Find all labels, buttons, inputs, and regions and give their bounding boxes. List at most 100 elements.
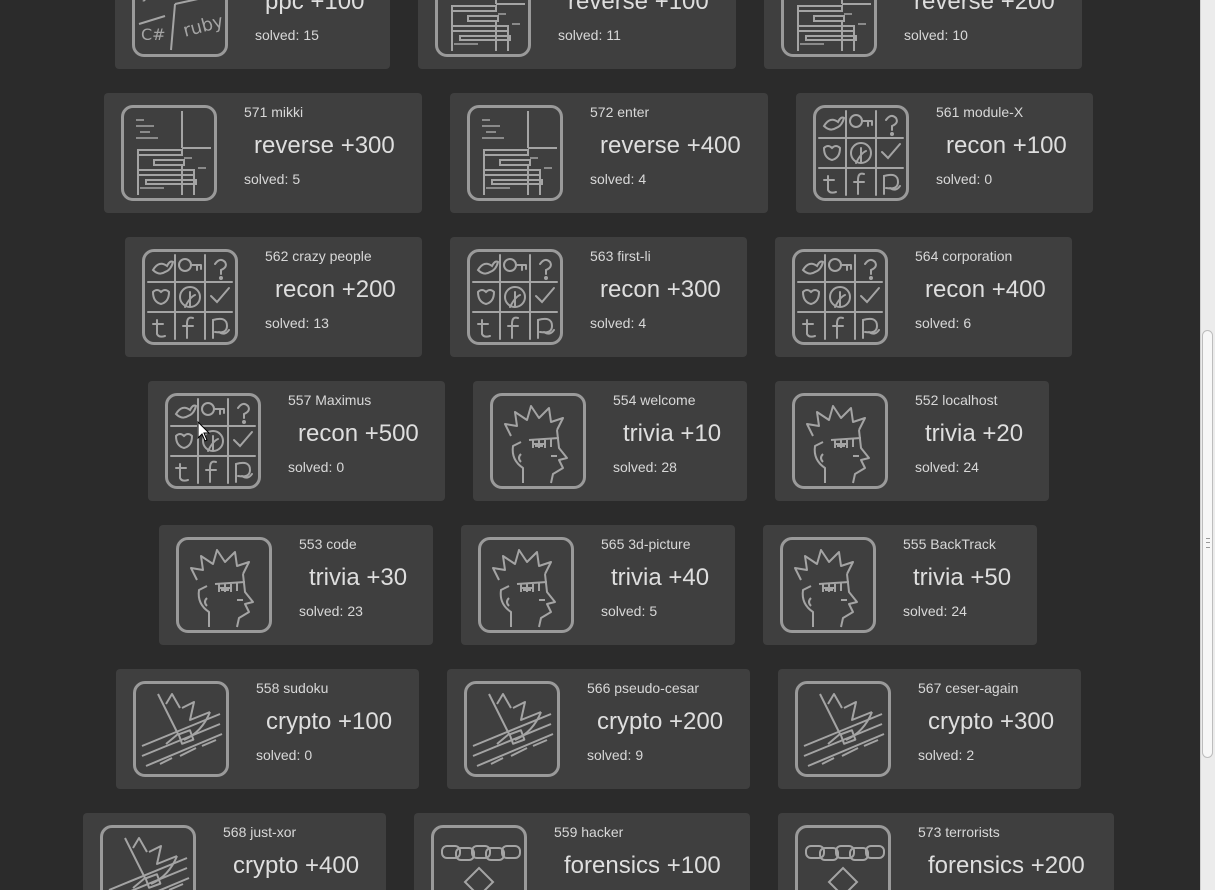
- solved-count: 23: [347, 603, 363, 619]
- reverse-code-icon: [121, 105, 217, 201]
- solved-count: 0: [984, 171, 993, 187]
- task-solved: solved: 2: [918, 747, 974, 763]
- task-name: 553 code: [299, 536, 357, 552]
- task-card[interactable]: 552 localhost trivia +20 solved: 24: [775, 381, 1049, 501]
- task-name: 573 terrorists: [918, 824, 1000, 840]
- trivia-face-icon: [490, 393, 586, 489]
- task-card[interactable]: 571 mikki reverse +300 solved: 5: [104, 93, 422, 213]
- task-category-points: forensics +100: [564, 852, 721, 879]
- solved-label: solved:: [613, 459, 658, 475]
- task-row: 568 just-xor crypto +400 solved: 559 hac…: [0, 813, 1200, 890]
- solved-count: 2: [966, 747, 975, 763]
- task-card[interactable]: 573 terrorists forensics +200 solved:: [778, 813, 1114, 890]
- task-name: 555 BackTrack: [903, 536, 996, 552]
- task-name: 567 ceser-again: [918, 680, 1019, 696]
- task-category-points: crypto +200: [597, 708, 724, 735]
- solved-count: 28: [661, 459, 677, 475]
- task-card[interactable]: 561 module-X recon +100 solved: 0: [796, 93, 1093, 213]
- solved-count: 0: [336, 459, 345, 475]
- task-name: 566 pseudo-cesar: [587, 680, 700, 696]
- vertical-scrollbar[interactable]: [1200, 0, 1215, 890]
- task-category-points: reverse +100: [568, 0, 709, 15]
- task-card[interactable]: 565 3d-picture trivia +40 solved: 5: [461, 525, 735, 645]
- task-category-points: crypto +400: [233, 852, 360, 879]
- task-row: js JAV C# ruby ppc +100 solved:15: [0, 0, 1200, 69]
- crypto-hand-icon: [133, 681, 229, 777]
- task-solved: solved: 24: [903, 603, 967, 619]
- task-card[interactable]: 568 just-xor crypto +400 solved:: [83, 813, 386, 890]
- task-category-points: recon +100: [946, 132, 1067, 159]
- task-row: 562 crazy people recon +200 solved: 13 56…: [0, 237, 1200, 357]
- forensics-chain-icon: [431, 825, 527, 890]
- task-card[interactable]: 563 first-li recon +300 solved: 4: [450, 237, 747, 357]
- task-solved: solved: 4: [590, 315, 646, 331]
- task-category-points: trivia +40: [611, 564, 710, 591]
- solved-label: solved:: [265, 315, 310, 331]
- crypto-hand-icon: [464, 681, 560, 777]
- solved-label: solved:: [288, 459, 333, 475]
- task-name: 564 corporation: [915, 248, 1013, 264]
- task-name: 565 3d-picture: [601, 536, 691, 552]
- task-solved: solved: 23: [299, 603, 363, 619]
- task-solved: solved: 0: [936, 171, 992, 187]
- solved-label: solved:: [904, 27, 949, 43]
- task-card[interactable]: 558 sudoku crypto +100 solved: 0: [116, 669, 419, 789]
- task-card[interactable]: reverse +100 solved: 11: [418, 0, 736, 69]
- solved-count: 5: [292, 171, 301, 187]
- task-solved: solved: 5: [601, 603, 657, 619]
- scrollbar-thumb[interactable]: [1202, 330, 1213, 758]
- solved-count: 9: [635, 747, 644, 763]
- trivia-face-icon: [478, 537, 574, 633]
- task-name: 568 just-xor: [223, 824, 297, 840]
- task-name: 557 Maximus: [288, 392, 372, 408]
- task-category-points: reverse +200: [914, 0, 1055, 15]
- task-solved: solved: 0: [256, 747, 312, 763]
- task-card[interactable]: 567 ceser-again crypto +300 solved: 2: [778, 669, 1081, 789]
- solved-label: solved:: [299, 603, 344, 619]
- task-name: 552 localhost: [915, 392, 998, 408]
- task-card[interactable]: 555 BackTrack trivia +50 solved: 24: [763, 525, 1037, 645]
- task-card[interactable]: 557 Maximus recon +500 solved: 0: [148, 381, 445, 501]
- task-card[interactable]: 554 welcome trivia +10 solved: 28: [473, 381, 747, 501]
- task-name: 571 mikki: [244, 104, 304, 120]
- solved-label: solved:: [915, 315, 960, 331]
- task-solved: solved: 9: [587, 747, 643, 763]
- solved-count: 4: [638, 171, 647, 187]
- task-row: 571 mikki reverse +300 solved: 5 572 ente…: [0, 93, 1200, 213]
- task-solved: solved: 24: [915, 459, 979, 475]
- solved-count: 13: [313, 315, 329, 331]
- task-name: 561 module-X: [936, 104, 1024, 120]
- task-card[interactable]: 572 enter reverse +400 solved: 4: [450, 93, 768, 213]
- solved-count: 6: [963, 315, 972, 331]
- task-name: 572 enter: [590, 104, 650, 120]
- solved-label: solved:: [936, 171, 981, 187]
- task-category-points: trivia +20: [925, 420, 1024, 447]
- task-card[interactable]: 559 hacker forensics +100 solved:: [414, 813, 750, 890]
- task-row: 553 code trivia +30 solved: 23 565 3d-pic…: [0, 525, 1200, 645]
- task-card[interactable]: 553 code trivia +30 solved: 23: [159, 525, 433, 645]
- task-card[interactable]: 562 crazy people recon +200 solved: 13: [125, 237, 422, 357]
- forensics-chain-icon: [795, 825, 891, 890]
- recon-social-icon: [467, 249, 563, 345]
- task-name: 559 hacker: [554, 824, 624, 840]
- task-category-points: trivia +10: [623, 420, 722, 447]
- crypto-hand-icon: [795, 681, 891, 777]
- task-category-points: reverse +400: [600, 132, 741, 159]
- task-card[interactable]: 566 pseudo-cesar crypto +200 solved: 9: [447, 669, 750, 789]
- task-category-points: trivia +30: [309, 564, 408, 591]
- task-solved: solved: 28: [613, 459, 677, 475]
- solved-count: 4: [638, 315, 647, 331]
- task-card[interactable]: reverse +200 solved: 10: [764, 0, 1082, 69]
- solved-label: solved:: [256, 747, 301, 763]
- task-solved: solved: 10: [904, 27, 968, 43]
- task-card[interactable]: js JAV C# ruby ppc +100 solved:15: [115, 0, 390, 69]
- solved-label: solved:: [601, 603, 646, 619]
- trivia-face-icon: [780, 537, 876, 633]
- task-card[interactable]: 564 corporation recon +400 solved: 6: [775, 237, 1072, 357]
- recon-social-icon: [142, 249, 238, 345]
- reverse-code-icon: [435, 0, 531, 57]
- ppc-languages-icon: js JAV C# ruby: [132, 0, 228, 57]
- task-category-points: crypto +300: [928, 708, 1055, 735]
- recon-social-icon: [792, 249, 888, 345]
- task-board: js JAV C# ruby ppc +100 solved:15: [0, 0, 1200, 890]
